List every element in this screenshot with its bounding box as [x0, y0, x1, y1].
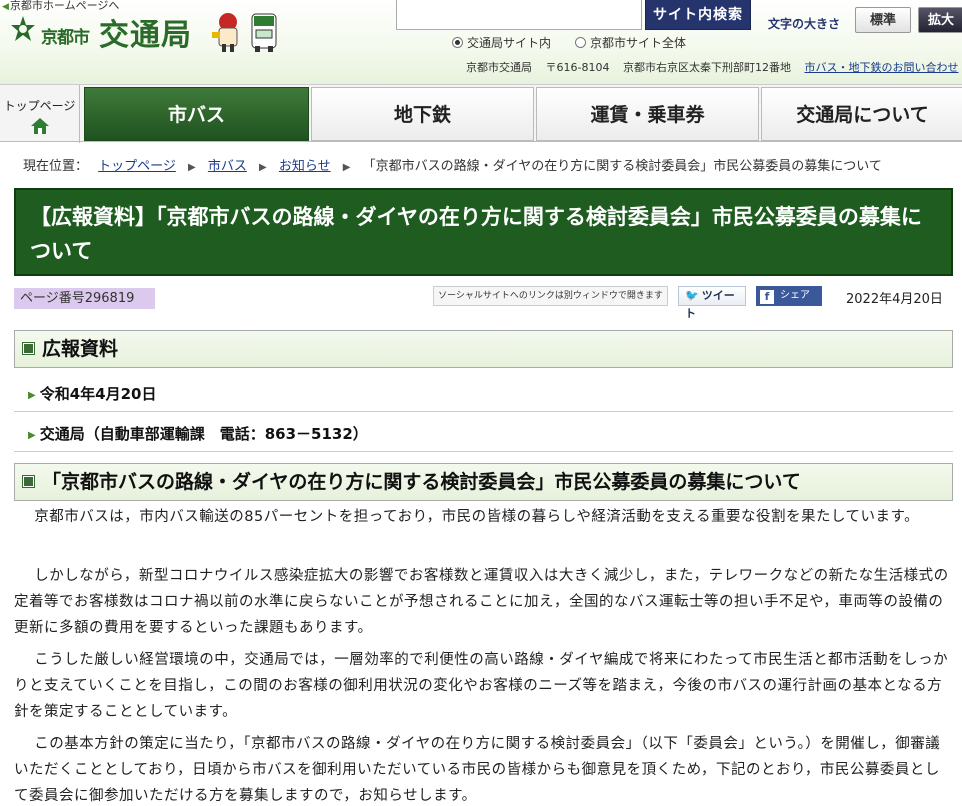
address-street: 京都市右京区太秦下刑部町12番地 — [622, 61, 791, 74]
tweet-button[interactable]: 🐦 ツイート — [678, 286, 746, 320]
address-org: 京都市交通局 — [466, 61, 532, 74]
breadcrumb-arrow-icon: ▶ — [259, 162, 267, 173]
press-heading-label: 広報資料 — [42, 338, 119, 360]
nav-top-page-label[interactable]: トップページ — [4, 99, 76, 113]
kyoto-city-emblem-icon — [11, 16, 35, 41]
press-contact-label: 交通局（自動車部運輸課 電話：863－5132） — [39, 425, 368, 443]
body-paragraph: こうした厳しい経営環境の中，交通局では，一層効率的で利便性の高い路線・ダイヤ編成… — [14, 652, 949, 720]
inquiry-link[interactable]: 市バス・地下鉄のお問い合わせ — [804, 61, 958, 74]
facebook-icon: f — [760, 290, 774, 304]
press-contact: ▶ 交通局（自動車部運輸課 電話：863－5132） — [28, 423, 368, 444]
heading-square-icon — [22, 342, 35, 355]
radio-transport-site-label: 交通局サイト内 — [467, 36, 552, 50]
home-icon[interactable] — [30, 117, 50, 135]
body-paragraph: この基本方針の策定に当たり，「京都市バスの路線・ダイヤの在り方に関する検討委員会… — [14, 736, 941, 804]
search-input[interactable] — [396, 0, 642, 30]
font-standard-button[interactable]: 標準 — [855, 7, 911, 33]
breadcrumb-link-bus[interactable]: 市バス — [208, 159, 247, 174]
font-enlarge-button[interactable]: 拡大 — [918, 7, 962, 33]
breadcrumb-arrow-icon: ▶ — [342, 162, 351, 173]
main-heading-label: 「京都市バスの路線・ダイヤの在り方に関する検討委員会」市民公募委員の募集について — [42, 471, 801, 493]
address-line: 京都市交通局 〒616-8104 京都市右京区太秦下刑部町12番地 市バス・地下… — [466, 59, 962, 75]
font-size-label: 文字の大きさ — [768, 17, 841, 31]
press-date-label: 令和4年4月20日 — [39, 385, 157, 403]
press-date: ▶ 令和4年4月20日 — [28, 383, 156, 404]
radio-selected-icon[interactable] — [452, 37, 463, 48]
press-section-heading: 広報資料 — [14, 330, 953, 368]
nav-subway[interactable]: 地下鉄 — [311, 87, 534, 141]
breadcrumb: 現在位置： トップページ ▶ 市バス ▶ お知らせ ▶ 「京都市バスの路線・ダイ… — [23, 155, 882, 174]
logo-title[interactable]: 交通局 — [99, 10, 192, 54]
logo-city: 京都市 — [41, 28, 90, 48]
body-paragraph: しかしながら，新型コロナウイルス感染症拡大の影響でお客様数と運賃収入は大きく減少… — [14, 568, 949, 636]
nav-top-page[interactable]: トップページ — [0, 85, 80, 143]
mascot-characters-icon — [212, 13, 277, 52]
radio-unselected-icon[interactable] — [575, 37, 587, 48]
radio-city-site-label: 京都市サイト全体 — [590, 36, 687, 50]
social-note: ソーシャルサイトへのリンクは別ウィンドウで開きます — [433, 286, 668, 306]
search-scope-radios: 交通局サイト内 京都市サイト全体 — [452, 34, 686, 51]
global-nav: トップページ 市バス 地下鉄 運賃・乗車券 交通局について — [0, 84, 962, 143]
heading-square-icon — [22, 475, 35, 488]
page-title-box: 【広報資料】「京都市バスの路線・ダイヤの在り方に関する検討委員会」市民公募委員の… — [14, 188, 953, 276]
nav-about[interactable]: 交通局について — [761, 87, 962, 141]
radio-transport-site[interactable]: 交通局サイト内 — [452, 34, 551, 51]
facebook-share-button[interactable]: f シェア — [756, 286, 822, 306]
body-paragraph: 京都市バスは，市内バス輸送の85パーセントを担っており，市民の皆様の暮らしや経済… — [34, 509, 920, 525]
twitter-bird-icon: 🐦 — [685, 289, 699, 302]
radio-city-site[interactable]: 京都市サイト全体 — [575, 34, 686, 51]
address-zip: 〒616-8104 — [545, 61, 610, 74]
nav-fares[interactable]: 運賃・乗車券 — [536, 87, 759, 141]
breadcrumb-link-top[interactable]: トップページ — [98, 159, 176, 174]
breadcrumb-link-news[interactable]: お知らせ — [279, 159, 331, 174]
nav-city-bus[interactable]: 市バス — [84, 87, 309, 141]
breadcrumb-current: 「京都市バスの路線・ダイヤの在り方に関する検討委員会」市民公募委員の募集について — [362, 159, 882, 174]
breadcrumb-arrow-icon: ▶ — [188, 162, 196, 173]
triangle-bullet-icon: ▶ — [28, 390, 36, 401]
page-title: 【広報資料】「京都市バスの路線・ダイヤの在り方に関する検討委員会」市民公募委員の… — [30, 205, 922, 263]
back-triangle-icon: ◀ — [2, 2, 9, 12]
site-search-button[interactable]: サイト内検索 — [645, 0, 751, 30]
main-section-heading: 「京都市バスの路線・ダイヤの在り方に関する検討委員会」市民公募委員の募集について — [14, 463, 953, 501]
site-header: ◀京都市ホームページへ 京都市 交通局 サイト内検索 交通局サイト内 京都市サイ… — [0, 0, 962, 84]
divider — [14, 451, 953, 452]
divider — [14, 411, 953, 412]
breadcrumb-label: 現在位置： — [23, 159, 89, 174]
triangle-bullet-icon: ▶ — [28, 430, 36, 441]
publish-date: 2022年4月20日 — [846, 292, 943, 307]
share-label: シェア — [780, 290, 810, 301]
page-number: ページ番号296819 — [14, 288, 155, 309]
